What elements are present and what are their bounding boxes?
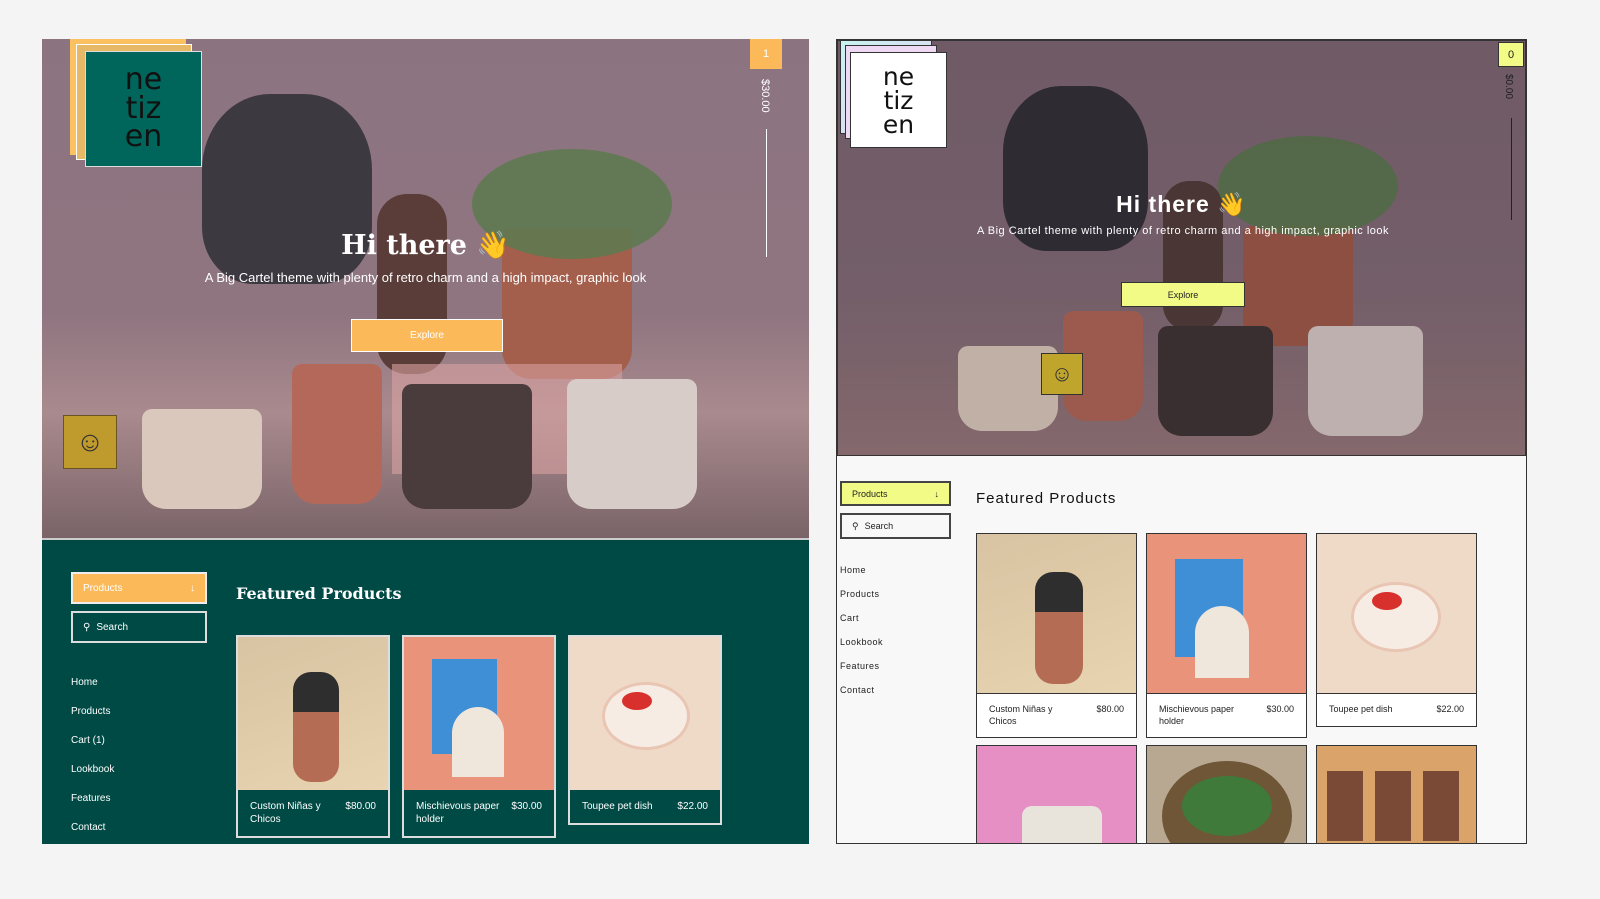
cart-count-badge[interactable]: 1 bbox=[750, 39, 782, 69]
product-price: $30.00 bbox=[1266, 704, 1294, 714]
logo-text: en bbox=[124, 119, 163, 154]
product-card[interactable] bbox=[976, 745, 1137, 843]
sidebar-nav: Home Products Cart (1) Lookbook Features… bbox=[71, 668, 114, 842]
cart-total: $0.00 bbox=[1503, 74, 1514, 100]
products-dropdown[interactable]: Products ↓ bbox=[840, 481, 951, 506]
mug-image bbox=[1308, 326, 1423, 436]
logo-text: tiz bbox=[883, 85, 914, 115]
product-price: $30.00 bbox=[511, 801, 542, 812]
product-name: Mischievous paper holder bbox=[416, 801, 500, 825]
cart-total: $30.00 bbox=[759, 79, 771, 113]
product-image bbox=[404, 637, 554, 790]
featured-products-heading: Featured Products bbox=[236, 584, 402, 603]
plant-image bbox=[1218, 136, 1398, 236]
explore-button[interactable]: Explore bbox=[351, 319, 503, 352]
nav-products[interactable]: Products bbox=[840, 582, 883, 606]
nav-features[interactable]: Features bbox=[840, 654, 883, 678]
explore-button[interactable]: Explore bbox=[1121, 282, 1245, 307]
smiley-icon[interactable]: ☺ bbox=[63, 415, 117, 469]
dropdown-label: Products bbox=[852, 488, 888, 499]
search-input[interactable]: ⚲ Search bbox=[840, 513, 951, 539]
nav-cart[interactable]: Cart bbox=[840, 606, 883, 630]
search-placeholder: Search bbox=[864, 521, 894, 531]
product-price: $80.00 bbox=[1096, 704, 1124, 714]
nav-home[interactable]: Home bbox=[840, 558, 883, 582]
divider bbox=[766, 129, 767, 257]
product-name: Custom Niñas y Chicos bbox=[989, 704, 1053, 726]
hero-subtitle: A Big Cartel theme with plenty of retro … bbox=[976, 225, 1390, 237]
featured-products-heading: Featured Products bbox=[976, 490, 1117, 507]
pot-image bbox=[142, 409, 262, 509]
logo-text: en bbox=[882, 109, 915, 139]
divider bbox=[1511, 118, 1512, 220]
nav-home[interactable]: Home bbox=[71, 668, 114, 697]
product-price: $22.00 bbox=[677, 801, 708, 812]
nav-lookbook[interactable]: Lookbook bbox=[71, 755, 114, 784]
mug-image bbox=[1158, 326, 1273, 436]
hero-title: Hi there 👋 bbox=[341, 230, 510, 261]
nav-cart[interactable]: Cart (1) bbox=[71, 726, 114, 755]
hero-title: Hi there 👋 bbox=[1116, 191, 1247, 217]
arrow-down-icon: ↓ bbox=[934, 488, 940, 499]
product-image bbox=[1317, 534, 1476, 694]
product-card[interactable]: Custom Niñas y Chicos $80.00 bbox=[976, 533, 1137, 739]
mug-image bbox=[402, 384, 532, 509]
search-input[interactable]: ⚲ Search bbox=[71, 611, 207, 643]
nav-products[interactable]: Products bbox=[71, 697, 114, 726]
mug-image bbox=[567, 379, 697, 509]
product-name: Mischievous paper holder bbox=[1159, 704, 1235, 726]
product-card[interactable]: Mischievous paper holder $30.00 bbox=[1146, 533, 1307, 739]
logo[interactable]: ne tiz en bbox=[850, 52, 947, 148]
cup-image bbox=[292, 364, 382, 504]
search-placeholder: Search bbox=[96, 621, 129, 633]
theme-preview-light: Hi there 👋 A Big Cartel theme with plent… bbox=[836, 39, 1527, 844]
product-card[interactable]: Toupee pet dish $22.00 bbox=[1316, 533, 1477, 727]
product-card[interactable]: Toupee pet dish $22.00 bbox=[568, 635, 722, 825]
product-card[interactable]: Mischievous paper holder $30.00 bbox=[402, 635, 556, 838]
arrow-down-icon: ↓ bbox=[190, 582, 195, 594]
product-image bbox=[977, 534, 1136, 694]
product-card[interactable]: Custom Niñas y Chicos $80.00 bbox=[236, 635, 390, 838]
search-icon: ⚲ bbox=[852, 520, 859, 531]
nav-lookbook[interactable]: Lookbook bbox=[840, 630, 883, 654]
cart-count-badge[interactable]: 0 bbox=[1498, 42, 1524, 67]
theme-preview-dark: Hi there 👋 A Big Cartel theme with plent… bbox=[42, 39, 809, 844]
product-image bbox=[570, 637, 720, 790]
products-dropdown[interactable]: Products ↓ bbox=[71, 572, 207, 604]
sidebar-nav: Home Products Cart Lookbook Features Con… bbox=[840, 558, 883, 702]
product-price: $80.00 bbox=[345, 801, 376, 812]
product-price: $22.00 bbox=[1436, 704, 1464, 714]
product-card[interactable] bbox=[1146, 745, 1307, 843]
search-icon: ⚲ bbox=[83, 621, 91, 633]
logo[interactable]: ne tiz en bbox=[85, 51, 202, 167]
dropdown-label: Products bbox=[83, 582, 123, 594]
nav-features[interactable]: Features bbox=[71, 784, 114, 813]
product-name: Toupee pet dish bbox=[1329, 704, 1393, 714]
nav-contact[interactable]: Contact bbox=[71, 813, 114, 842]
nav-contact[interactable]: Contact bbox=[840, 678, 883, 702]
product-card[interactable] bbox=[1316, 745, 1477, 843]
product-name: Toupee pet dish bbox=[582, 801, 653, 812]
hero-subtitle: A Big Cartel theme with plenty of retro … bbox=[204, 270, 647, 285]
product-image bbox=[1147, 534, 1306, 694]
product-name: Custom Niñas y Chicos bbox=[250, 801, 321, 825]
product-image bbox=[238, 637, 388, 790]
smiley-icon[interactable]: ☺ bbox=[1041, 353, 1083, 395]
